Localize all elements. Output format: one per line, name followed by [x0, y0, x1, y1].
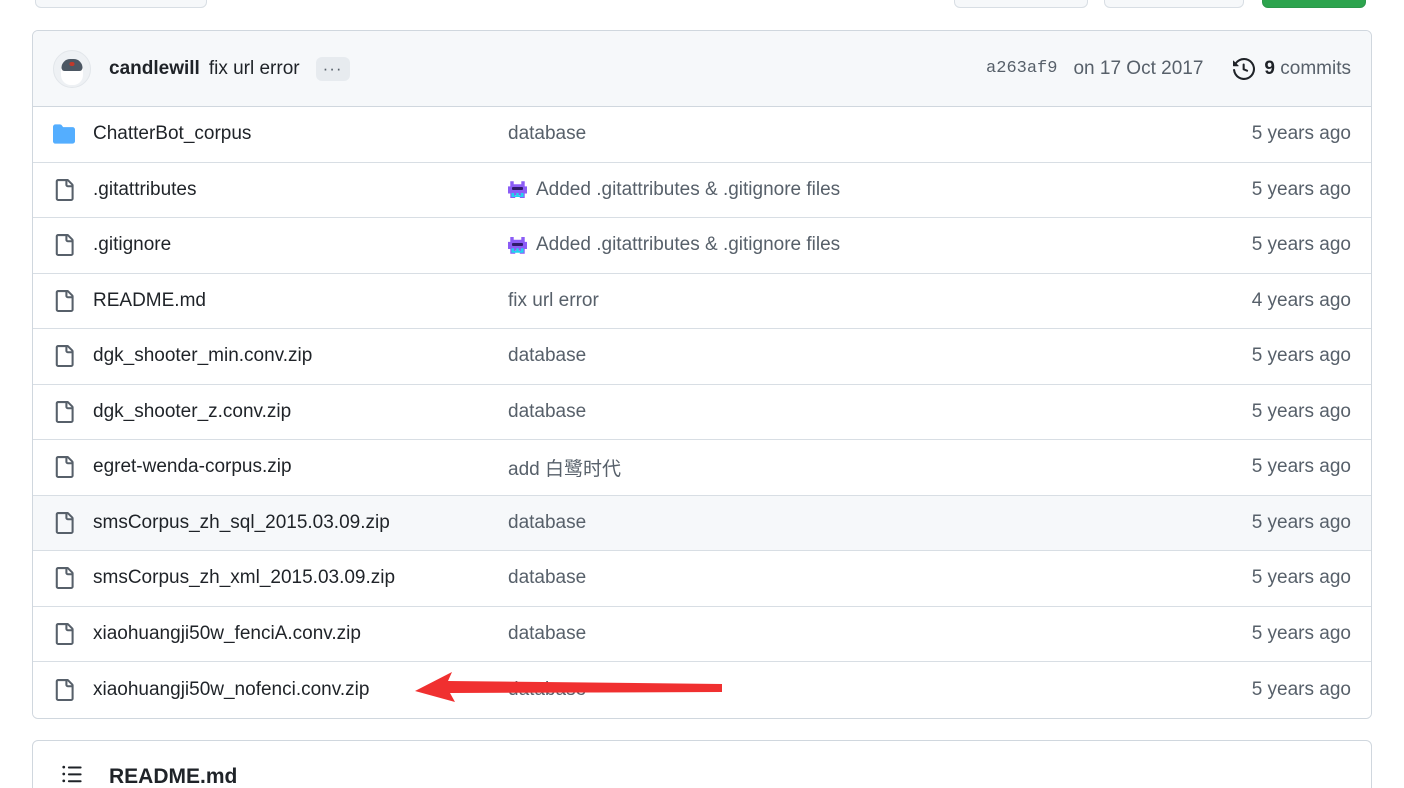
commit-age: 5 years ago: [1251, 456, 1351, 478]
commits-count-text: 9 commits: [1264, 58, 1351, 80]
commit-age: 5 years ago: [1251, 511, 1351, 533]
commit-age: 5 years ago: [1251, 178, 1351, 200]
file-name-link[interactable]: README.md: [93, 290, 508, 312]
file-name-link[interactable]: smsCorpus_zh_sql_2015.03.09.zip: [93, 512, 508, 534]
commit-message-text: database: [508, 678, 587, 700]
file-name-link[interactable]: ChatterBot_corpus: [93, 123, 508, 145]
table-row[interactable]: .gitattributes Added .gitattributes & .gi…: [33, 162, 1371, 218]
readme-header: README.md: [33, 741, 1371, 788]
latest-commit-header: candlewill fix url error ··· a263af9 on …: [33, 31, 1371, 107]
commit-message-text: Added .gitattributes & .gitignore files: [536, 234, 841, 256]
avatar[interactable]: [53, 49, 91, 88]
commit-age: 5 years ago: [1251, 345, 1351, 367]
file-icon: [53, 234, 93, 257]
add-file-button[interactable]: [1104, 0, 1244, 8]
file-name-link[interactable]: egret-wenda-corpus.zip: [93, 456, 508, 478]
file-icon: [53, 289, 93, 312]
readme-title: README.md: [109, 764, 238, 788]
file-name-link[interactable]: .gitignore: [93, 234, 508, 256]
space-invader-emoji: [508, 236, 527, 254]
repository-file-browser: candlewill fix url error ··· a263af9 on …: [0, 0, 1404, 788]
commit-age: 5 years ago: [1251, 234, 1351, 256]
space-invader-emoji: [508, 181, 527, 199]
commit-date: on 17 Oct 2017: [1073, 57, 1204, 79]
commit-age: 5 years ago: [1251, 622, 1351, 644]
commit-message-cell[interactable]: database: [508, 345, 1141, 367]
readme-panel: README.md: [32, 740, 1372, 788]
file-name-link[interactable]: xiaohuangji50w_nofenci.conv.zip: [93, 679, 508, 701]
commits-count-label: commits: [1280, 57, 1351, 79]
file-icon: [53, 178, 93, 201]
commit-age: 4 years ago: [1251, 289, 1351, 311]
folder-icon: [53, 123, 93, 145]
file-icon: [53, 678, 93, 701]
file-name-link[interactable]: smsCorpus_zh_xml_2015.03.09.zip: [93, 567, 508, 589]
commit-age: 5 years ago: [1251, 678, 1351, 700]
table-row[interactable]: smsCorpus_zh_sql_2015.03.09.zip database 5…: [33, 495, 1371, 551]
branch-button[interactable]: [35, 0, 207, 8]
commit-message-text: Added .gitattributes & .gitignore files: [536, 178, 841, 200]
list-unordered-icon[interactable]: [61, 763, 83, 788]
table-row[interactable]: .gitignore Added .gitattributes & .gitign…: [33, 218, 1371, 274]
commit-age: 5 years ago: [1251, 400, 1351, 422]
commit-message-cell[interactable]: fix url error: [508, 290, 1141, 312]
file-name-link[interactable]: .gitattributes: [93, 179, 508, 201]
file-icon: [53, 622, 93, 645]
table-row[interactable]: dgk_shooter_min.conv.zip database 5 years …: [33, 329, 1371, 385]
file-list-container: candlewill fix url error ··· a263af9 on …: [32, 30, 1372, 719]
commit-message-cell[interactable]: database: [508, 401, 1141, 423]
table-row[interactable]: xiaohuangji50w_fenciA.conv.zip database 5 …: [33, 606, 1371, 662]
commit-message-cell[interactable]: database: [508, 679, 1141, 701]
top-button-strip: [0, 0, 1404, 16]
commit-author[interactable]: candlewill: [109, 58, 200, 80]
commit-message-cell[interactable]: database: [508, 512, 1141, 534]
commit-message[interactable]: fix url error: [209, 58, 300, 80]
commit-message-cell[interactable]: database: [508, 567, 1141, 589]
table-row[interactable]: README.md fix url error 4 years ago: [33, 273, 1371, 329]
file-name-link[interactable]: dgk_shooter_z.conv.zip: [93, 401, 508, 423]
commit-message-cell[interactable]: Added .gitattributes & .gitignore files: [508, 179, 1141, 201]
file-icon: [53, 511, 93, 534]
commit-message-text: database: [508, 123, 587, 145]
commit-message-cell[interactable]: add 白鹭时代: [508, 454, 1141, 481]
commit-meta: a263af9 on 17 Oct 2017 9 commits: [986, 58, 1351, 80]
commit-message-text: database: [508, 567, 587, 589]
commit-expand-button[interactable]: ···: [315, 56, 350, 81]
file-icon: [53, 345, 93, 368]
file-name-link[interactable]: dgk_shooter_min.conv.zip: [93, 345, 508, 367]
commits-count-number: 9: [1264, 57, 1275, 79]
go-to-file-button[interactable]: [954, 0, 1088, 8]
commit-message-cell[interactable]: Added .gitattributes & .gitignore files: [508, 234, 1141, 256]
commit-message-cell[interactable]: database: [508, 623, 1141, 645]
table-row[interactable]: smsCorpus_zh_xml_2015.03.09.zip database 5…: [33, 551, 1371, 607]
table-row[interactable]: dgk_shooter_z.conv.zip database 5 years ag…: [33, 384, 1371, 440]
table-row[interactable]: ChatterBot_corpus database 5 years ago: [33, 107, 1371, 163]
file-icon: [53, 456, 93, 479]
commit-message-text: database: [508, 400, 587, 422]
commit-message-text: database: [508, 345, 587, 367]
history-icon: [1233, 57, 1256, 80]
table-row[interactable]: egret-wenda-corpus.zip add 白鹭时代 5 years ag…: [33, 440, 1371, 496]
commit-message-text: database: [508, 511, 587, 533]
commit-sha[interactable]: a263af9: [986, 59, 1057, 78]
commit-age: 5 years ago: [1251, 123, 1351, 145]
commit-message-text: database: [508, 622, 587, 644]
commit-age: 5 years ago: [1251, 567, 1351, 589]
code-button[interactable]: [1262, 0, 1366, 8]
table-row[interactable]: xiaohuangji50w_nofenci.conv.zip database 5…: [33, 662, 1371, 718]
file-name-link[interactable]: xiaohuangji50w_fenciA.conv.zip: [93, 623, 508, 645]
file-icon: [53, 567, 93, 590]
file-icon: [53, 400, 93, 423]
avatar-beak: [69, 61, 75, 66]
commit-message-text: add 白鹭时代: [508, 458, 621, 480]
commit-message-cell[interactable]: database: [508, 123, 1141, 145]
file-rows: ChatterBot_corpus database 5 years ago .git…: [33, 107, 1371, 718]
commit-message-text: fix url error: [508, 289, 599, 311]
commits-link[interactable]: 9 commits: [1233, 58, 1351, 80]
